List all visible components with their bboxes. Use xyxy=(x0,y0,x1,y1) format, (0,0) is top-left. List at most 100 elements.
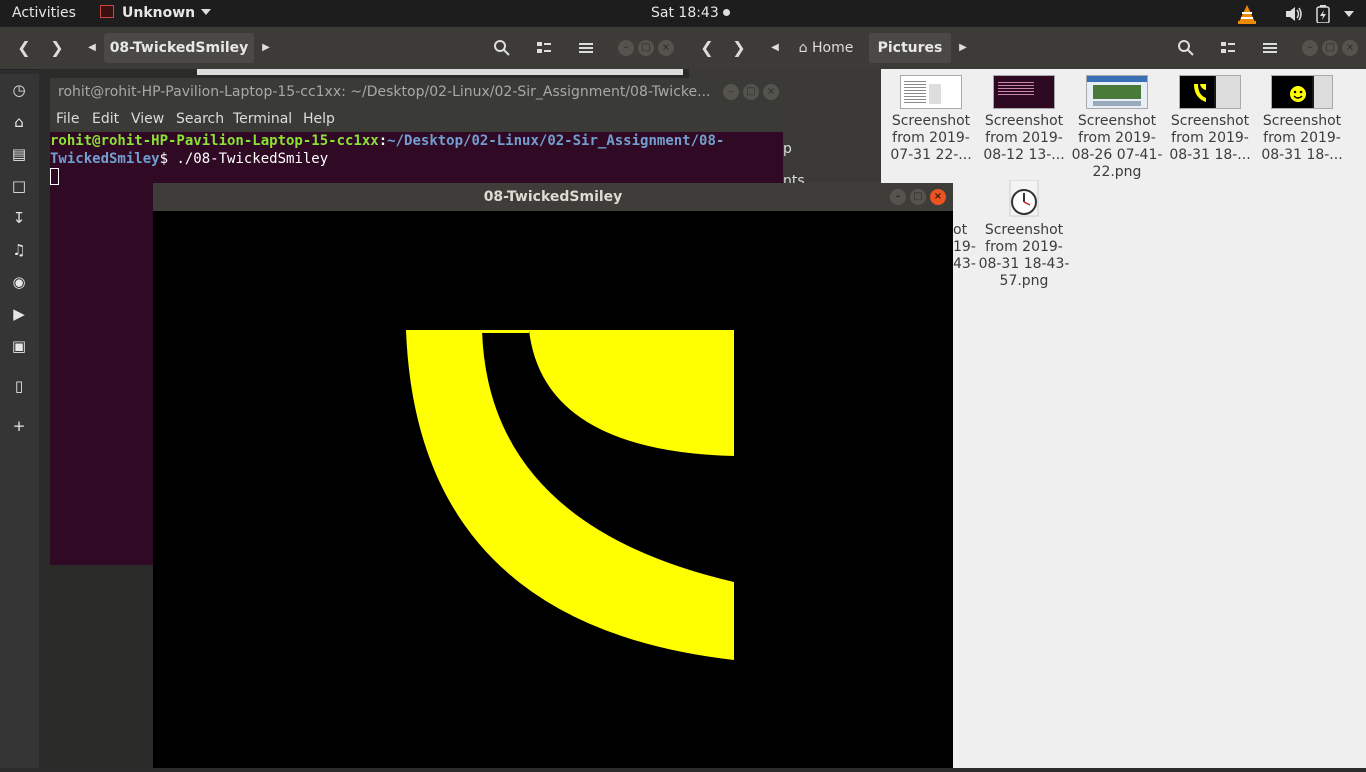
file-label-line: from 2019- xyxy=(985,239,1063,255)
maximize-icon[interactable]: □ xyxy=(638,40,654,56)
opengl-window[interactable]: 08-TwickedSmiley – □ × xyxy=(153,183,953,768)
vlc-icon[interactable] xyxy=(1237,4,1257,24)
opengl-canvas[interactable] xyxy=(153,211,953,768)
file-item[interactable]: Screenshot from 2019- 07-31 22-... xyxy=(885,69,977,164)
minimize-icon[interactable]: – xyxy=(618,40,634,56)
thumbnail xyxy=(978,178,1070,222)
recent-icon[interactable]: ◷ xyxy=(9,80,29,100)
menu-icon[interactable] xyxy=(578,40,594,56)
app-name: Unknown xyxy=(122,5,196,21)
opengl-window-title: 08-TwickedSmiley xyxy=(483,189,623,205)
notification-dot-icon xyxy=(722,9,730,16)
top-panel: Activities Unknown Sat 18:43 xyxy=(0,0,1366,27)
path-left-arrow-icon[interactable]: ◀ xyxy=(84,33,100,63)
thumbnail xyxy=(953,178,973,222)
thumbnail xyxy=(1179,75,1241,109)
view-toggle-icon[interactable] xyxy=(536,40,552,56)
terminal-cursor xyxy=(50,168,59,185)
menu-icon[interactable] xyxy=(1262,40,1278,56)
file-item[interactable]: ot 19- 43- xyxy=(953,178,976,273)
terminal-menubar: File Edit View Search Terminal Help xyxy=(50,106,783,132)
left-file-manager-strip xyxy=(197,69,683,75)
file-label-line: Screenshot xyxy=(984,222,1064,238)
search-icon[interactable] xyxy=(1177,39,1195,57)
thumbnail xyxy=(900,75,962,109)
app-menu[interactable]: Unknown xyxy=(100,0,212,27)
close-icon[interactable]: × xyxy=(1342,40,1358,56)
maximize-icon[interactable]: □ xyxy=(743,84,759,100)
file-label-line: 57.png xyxy=(999,273,1049,289)
file-item[interactable]: Screenshot from 2019- 08-31 18-43- 57.pn… xyxy=(978,178,1070,290)
opengl-titlebar[interactable]: 08-TwickedSmiley – □ × xyxy=(153,183,953,211)
home-icon: ⌂ xyxy=(798,40,808,56)
forward-icon[interactable]: ❯ xyxy=(43,33,71,63)
menu-help[interactable]: Help xyxy=(303,106,335,132)
path-button-home[interactable]: ⌂ Home xyxy=(789,33,863,63)
terminal-command: ./08-TwickedSmiley xyxy=(176,151,329,167)
app-icon xyxy=(100,5,114,18)
home-icon[interactable]: ⌂ xyxy=(9,112,29,132)
back-icon[interactable]: ❮ xyxy=(693,33,721,63)
downloads-icon[interactable]: ↧ xyxy=(9,208,29,228)
view-toggle-icon[interactable] xyxy=(1220,40,1236,56)
clock-file-icon xyxy=(1009,180,1039,217)
minimize-icon[interactable]: – xyxy=(1302,40,1318,56)
music-icon[interactable]: ♫ xyxy=(9,240,29,260)
thumbnail xyxy=(1271,75,1333,109)
file-label-line: from 2019- xyxy=(985,130,1063,146)
maximize-icon[interactable]: □ xyxy=(1322,40,1338,56)
close-icon[interactable]: × xyxy=(763,84,779,100)
close-icon[interactable]: × xyxy=(658,40,674,56)
canvas-background xyxy=(153,211,953,768)
search-icon[interactable] xyxy=(493,39,511,57)
camera-icon[interactable]: ◉ xyxy=(9,272,29,292)
file-item[interactable]: Screenshot from 2019- 08-26 07-41- 22.pn… xyxy=(1071,69,1163,181)
system-menu-icon[interactable] xyxy=(1343,10,1355,18)
file-label-line: 22.png xyxy=(1092,164,1142,180)
terminal-line: rohit@rohit-HP-Pavilion-Laptop-15-cc1xx:… xyxy=(50,132,783,150)
forward-icon[interactable]: ❯ xyxy=(725,33,753,63)
menu-search[interactable]: Search xyxy=(176,106,224,132)
path-right-arrow-icon[interactable]: ▶ xyxy=(258,33,274,63)
file-label-line: 08-12 13-... xyxy=(983,147,1065,163)
path-button-current[interactable]: 08-TwickedSmiley xyxy=(104,33,254,63)
path-left-arrow-icon[interactable]: ◀ xyxy=(767,33,783,63)
trash-icon[interactable]: ▣ xyxy=(9,336,29,356)
dock: ◷ ⌂ ▤ □ ↧ ♫ ◉ ▶ ▣ ▯ + xyxy=(0,74,39,768)
thumbnail xyxy=(1086,75,1148,109)
minimize-icon[interactable]: – xyxy=(890,189,906,205)
file-label-line: Screenshot xyxy=(1170,113,1250,129)
back-icon[interactable]: ❮ xyxy=(10,33,38,63)
right-file-manager-headerbar: ❮ ❯ ◀ ⌂ Home Pictures ▶ – □ × xyxy=(689,27,1366,70)
clock[interactable]: Sat 18:43 xyxy=(651,0,730,27)
path-right-arrow-icon[interactable]: ▶ xyxy=(955,33,971,63)
prompt-user: rohit@rohit-HP-Pavilion-Laptop-15-cc1xx xyxy=(50,133,379,149)
menu-terminal[interactable]: Terminal xyxy=(233,106,292,132)
close-icon[interactable]: × xyxy=(930,189,946,205)
drive-icon[interactable]: ▯ xyxy=(9,376,29,396)
prompt-dollar: $ xyxy=(159,151,177,167)
file-item[interactable]: Screenshot from 2019- 08-31 18-... xyxy=(1164,69,1256,164)
add-location-icon[interactable]: + xyxy=(9,416,29,436)
file-label-line: Screenshot xyxy=(984,113,1064,129)
battery-icon[interactable] xyxy=(1316,5,1330,23)
prompt-path-continued: TwickedSmiley xyxy=(50,151,160,167)
minimize-icon[interactable]: – xyxy=(723,84,739,100)
file-item[interactable]: Screenshot from 2019- 08-12 13-... xyxy=(978,69,1070,164)
volume-icon[interactable] xyxy=(1285,6,1303,22)
maximize-icon[interactable]: □ xyxy=(910,189,926,205)
menu-view[interactable]: View xyxy=(131,106,164,132)
file-item[interactable]: Screenshot from 2019- 08-31 18-... xyxy=(1256,69,1348,164)
file-label-line: ot xyxy=(953,222,968,238)
path-button-pictures[interactable]: Pictures xyxy=(869,33,951,63)
file-label-line: 08-31 18-43- xyxy=(978,256,1070,272)
menu-edit[interactable]: Edit xyxy=(92,106,119,132)
files-icon[interactable]: ▤ xyxy=(9,144,29,164)
terminal-titlebar[interactable]: rohit@rohit-HP-Pavilion-Laptop-15-cc1xx:… xyxy=(50,78,783,106)
path-home-label: Home xyxy=(812,40,854,56)
documents-icon[interactable]: □ xyxy=(9,176,29,196)
videos-icon[interactable]: ▶ xyxy=(9,304,29,324)
prompt-path: ~/Desktop/02-Linux/02-Sir_Assignment/08- xyxy=(387,133,725,149)
menu-file[interactable]: File xyxy=(56,106,79,132)
activities-button[interactable]: Activities xyxy=(12,0,76,27)
